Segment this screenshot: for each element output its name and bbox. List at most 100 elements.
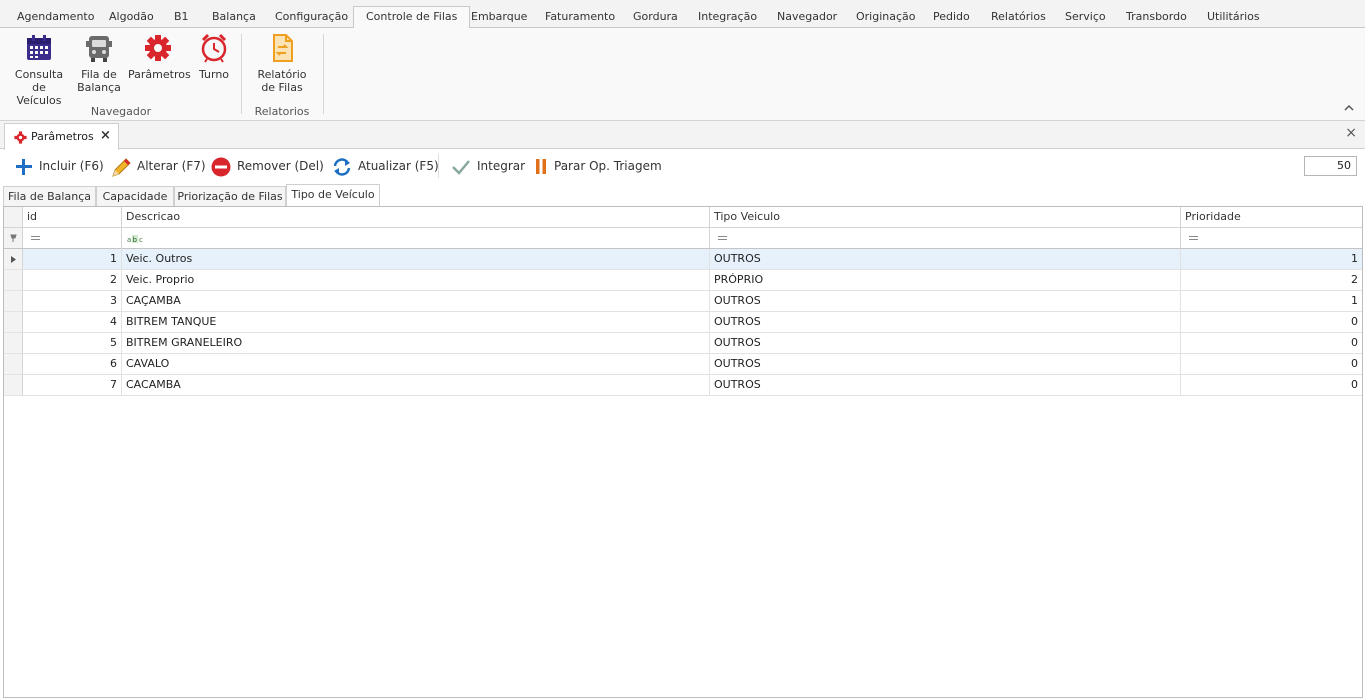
cell-tipo-veiculo[interactable]: OUTROS (710, 291, 1181, 312)
remover-label: Remover (Del) (237, 159, 324, 173)
tab-agendamento[interactable]: Agendamento (17, 7, 94, 28)
tab-embarque[interactable]: Embarque (471, 7, 527, 28)
cell-descricao[interactable]: CAVALO (122, 354, 710, 375)
minus-circle-icon (211, 157, 231, 177)
row-indicator[interactable] (4, 333, 23, 354)
filter-descricao[interactable]: a b c (122, 228, 710, 249)
fila-balanca-button[interactable]: Fila de Balança (76, 32, 122, 94)
tab-faturamento[interactable]: Faturamento (545, 7, 615, 28)
tab-capacidade[interactable]: Capacidade (96, 186, 174, 207)
tab-servico[interactable]: Serviço (1065, 7, 1106, 28)
atualizar-label: Atualizar (F5) (358, 159, 439, 173)
cell-id[interactable]: 3 (23, 291, 122, 312)
table-row[interactable]: 5 BITREM GRANELEIRO OUTROS 0 (23, 333, 1362, 354)
cell-prioridade[interactable]: 0 (1181, 312, 1362, 333)
current-row-arrow-icon (11, 256, 16, 263)
cell-id[interactable]: 7 (23, 375, 122, 396)
inner-tab-bar: Fila de Balança Capacidade Priorização d… (0, 184, 1365, 207)
tab-tipo-de-veiculo[interactable]: Tipo de Veículo (286, 184, 380, 207)
cell-tipo-veiculo[interactable]: OUTROS (710, 249, 1181, 270)
cell-prioridade[interactable]: 0 (1181, 375, 1362, 396)
tab-integracao[interactable]: Integração (698, 7, 757, 28)
parametros-button[interactable]: Parâmetros (128, 32, 191, 81)
table-row[interactable]: 3 CAÇAMBA OUTROS 1 (23, 291, 1362, 312)
cell-descricao[interactable]: CACAMBA (122, 375, 710, 396)
collapse-ribbon-icon[interactable] (1343, 102, 1355, 114)
integrar-button[interactable]: Integrar (451, 157, 525, 177)
parar-triagem-label: Parar Op. Triagem (554, 159, 662, 173)
alterar-button[interactable]: Alterar (F7) (110, 157, 206, 177)
cell-id[interactable]: 1 (23, 249, 122, 270)
table-row[interactable]: 1 Veic. Outros OUTROS 1 (23, 249, 1362, 270)
tab-pedido[interactable]: Pedido (933, 7, 970, 28)
cell-tipo-veiculo[interactable]: OUTROS (710, 375, 1181, 396)
cell-descricao[interactable]: CAÇAMBA (122, 291, 710, 312)
cell-id[interactable]: 6 (23, 354, 122, 375)
cell-tipo-veiculo[interactable]: OUTROS (710, 354, 1181, 375)
cell-descricao[interactable]: BITREM GRANELEIRO (122, 333, 710, 354)
fila-balanca-label: Fila de Balança (77, 68, 121, 94)
row-indicator[interactable] (4, 354, 23, 375)
incluir-button[interactable]: Incluir (F6) (14, 157, 104, 177)
tab-originacao[interactable]: Originação (856, 7, 916, 28)
filter-id[interactable] (23, 228, 122, 249)
column-header-prioridade[interactable]: Prioridade (1181, 207, 1362, 228)
column-header-tipo-veiculo[interactable]: Tipo Veiculo (710, 207, 1181, 228)
close-tab-icon[interactable]: × (100, 128, 111, 143)
row-indicator[interactable] (4, 291, 23, 312)
tab-relatorios[interactable]: Relatórios (991, 7, 1046, 28)
column-header-descricao[interactable]: Descricao (122, 207, 710, 228)
tab-configuracao[interactable]: Configuração (275, 7, 348, 28)
tab-navegador[interactable]: Navegador (777, 7, 837, 28)
cell-tipo-veiculo[interactable]: OUTROS (710, 333, 1181, 354)
table-row[interactable]: 2 Veic. Proprio PRÓPRIO 2 (23, 270, 1362, 291)
tab-balanca[interactable]: Balança (212, 7, 256, 28)
tab-controle-de-filas[interactable]: Controle de Filas (353, 6, 471, 29)
turno-button[interactable]: Turno (194, 32, 234, 81)
tab-priorizacao-de-filas[interactable]: Priorização de Filas (174, 186, 286, 207)
row-indicator[interactable] (4, 270, 23, 291)
filter-prioridade[interactable] (1181, 228, 1362, 249)
doc-tab-parametros[interactable]: Parâmetros × (4, 123, 119, 150)
cell-prioridade[interactable]: 0 (1181, 333, 1362, 354)
cell-id[interactable]: 4 (23, 312, 122, 333)
consulta-veiculos-button[interactable]: Consulta de Veículos (8, 32, 70, 107)
cell-id[interactable]: 2 (23, 270, 122, 291)
table-row[interactable]: 4 BITREM TANQUE OUTROS 0 (23, 312, 1362, 333)
parar-triagem-button[interactable]: Parar Op. Triagem (534, 157, 662, 177)
document-tab-strip: Parâmetros × × (0, 121, 1365, 150)
cell-descricao[interactable]: Veic. Outros (122, 249, 710, 270)
svg-text:b: b (133, 236, 138, 243)
cell-descricao[interactable]: BITREM TANQUE (122, 312, 710, 333)
row-indicator[interactable] (4, 312, 23, 333)
page-size-input[interactable]: 50 (1304, 156, 1357, 176)
tab-utilitarios[interactable]: Utilitários (1207, 7, 1260, 28)
cell-prioridade[interactable]: 1 (1181, 249, 1362, 270)
cell-prioridade[interactable]: 1 (1181, 291, 1362, 312)
relatorio-filas-button[interactable]: Relatório de Filas (252, 32, 312, 94)
tab-fila-de-balanca[interactable]: Fila de Balança (3, 186, 96, 207)
tab-algodao[interactable]: Algodão (109, 7, 154, 28)
close-document-icon[interactable]: × (1345, 125, 1357, 141)
cell-prioridade[interactable]: 2 (1181, 270, 1362, 291)
table-row[interactable]: 6 CAVALO OUTROS 0 (23, 354, 1362, 375)
atualizar-button[interactable]: Atualizar (F5) (332, 157, 439, 177)
row-indicator[interactable] (4, 249, 23, 270)
tab-gordura[interactable]: Gordura (633, 7, 678, 28)
pencil-icon (112, 158, 131, 177)
tab-b1[interactable]: B1 (174, 7, 189, 28)
tab-transbordo[interactable]: Transbordo (1126, 7, 1187, 28)
cell-descricao[interactable]: Veic. Proprio (122, 270, 710, 291)
cell-id[interactable]: 5 (23, 333, 122, 354)
row-indicator[interactable] (4, 375, 23, 396)
alarm-clock-icon (201, 33, 227, 63)
table-row[interactable]: 7 CACAMBA OUTROS 0 (23, 375, 1362, 396)
gear-icon (14, 131, 27, 144)
filter-tipo-veiculo[interactable] (710, 228, 1181, 249)
cell-prioridade[interactable]: 0 (1181, 354, 1362, 375)
remover-button[interactable]: Remover (Del) (211, 157, 324, 177)
column-header-id[interactable]: id (23, 207, 122, 228)
cell-tipo-veiculo[interactable]: PRÓPRIO (710, 270, 1181, 291)
cell-tipo-veiculo[interactable]: OUTROS (710, 312, 1181, 333)
doc-tab-label: Parâmetros (31, 130, 94, 143)
